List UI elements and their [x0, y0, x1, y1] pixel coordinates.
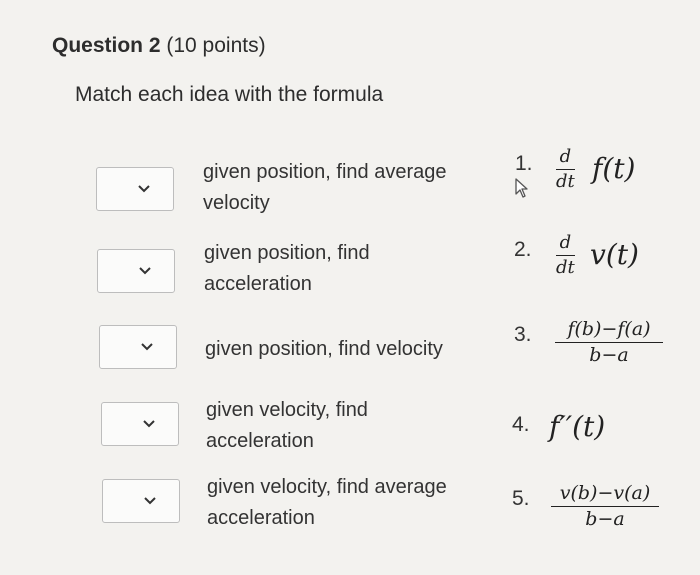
formula-number-1: 1. — [515, 152, 533, 175]
formula-number-3: 3. — [514, 323, 532, 346]
idea-text: given position, find average — [203, 161, 447, 183]
match-select-2[interactable] — [97, 249, 175, 293]
idea-text: given velocity, find average — [207, 476, 447, 498]
idea-text: acceleration — [207, 507, 315, 529]
fraction-denominator: dt — [556, 257, 575, 278]
chevron-down-icon — [143, 420, 155, 428]
fraction-denominator: b−a — [589, 344, 629, 366]
formula-number-5: 5. — [512, 487, 530, 510]
formula-4-second-derivative: f′′(t) — [549, 410, 606, 443]
chevron-down-icon — [144, 497, 156, 505]
fraction-numerator: d — [556, 232, 575, 256]
idea-text: acceleration — [204, 273, 312, 295]
chevron-down-icon — [139, 267, 151, 275]
idea-item-2: given position, find acceleration — [204, 238, 489, 300]
idea-text: given position, find — [204, 242, 370, 264]
fraction-numerator: v(b)−v(a) — [551, 482, 659, 507]
formula-1-function: f(t) — [592, 152, 636, 185]
formula-5-average-rate: v(b)−v(a) b−a — [551, 482, 659, 530]
fraction-denominator: dt — [556, 171, 575, 192]
idea-item-5: given velocity, find average acceleratio… — [207, 472, 492, 534]
idea-text: given position, find velocity — [205, 338, 443, 360]
chevron-down-icon — [141, 343, 153, 351]
formula-3-average-rate: f(b)−f(a) b−a — [555, 318, 663, 366]
match-select-1[interactable] — [96, 167, 174, 211]
instructions: Match each idea with the formula — [75, 83, 384, 106]
fraction-numerator: f(b)−f(a) — [555, 318, 663, 343]
match-select-4[interactable] — [101, 402, 179, 446]
idea-item-1: given position, find average velocity — [203, 157, 488, 219]
formula-2-derivative: d dt — [556, 232, 575, 278]
question-points: (10 points) — [166, 34, 266, 57]
idea-text: acceleration — [206, 430, 314, 452]
formula-2-function: v(t) — [590, 238, 639, 271]
question-label: Question 2 — [52, 34, 161, 57]
idea-item-4: given velocity, find acceleration — [206, 395, 491, 457]
match-select-3[interactable] — [99, 325, 177, 369]
question-title: Question 2 (10 points) — [52, 34, 266, 58]
idea-text: velocity — [203, 192, 270, 214]
formula-number-2: 2. — [514, 238, 532, 261]
fraction-numerator: d — [556, 146, 575, 170]
fraction-denominator: b−a — [585, 508, 625, 530]
idea-text: given velocity, find — [206, 399, 368, 421]
formula-number-4: 4. — [512, 413, 530, 436]
match-select-5[interactable] — [102, 479, 180, 523]
formula-1-derivative: d dt — [556, 146, 575, 192]
idea-item-3: given position, find velocity — [205, 334, 490, 365]
mouse-pointer-icon — [515, 178, 528, 198]
chevron-down-icon — [138, 185, 150, 193]
